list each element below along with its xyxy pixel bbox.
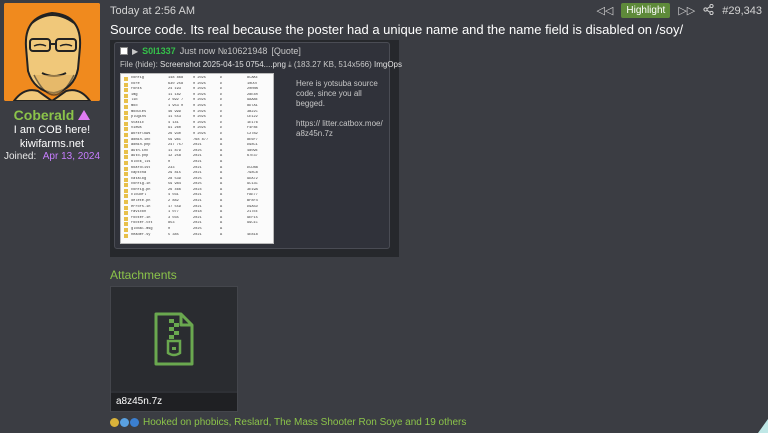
folder-icon (124, 110, 128, 115)
file-hide-link: (hide) (135, 60, 156, 69)
folder-icon (124, 138, 128, 143)
folder-icon (124, 211, 128, 216)
folder-icon (124, 200, 128, 205)
folder-icon (124, 166, 128, 171)
avatar[interactable] (4, 3, 100, 101)
file-size: (183.27 KB, 514x566) (293, 60, 372, 69)
file-list-row: header.sy 5 385 2021 A 4E818 (124, 233, 270, 239)
imgops-link: ImgOps (374, 60, 403, 69)
folder-icon (124, 194, 128, 199)
file-list-cell: 4E818 (247, 232, 258, 237)
folder-icon (124, 188, 128, 193)
folder-icon (124, 77, 128, 81)
attachments-title: Attachments (110, 268, 177, 282)
folder-icon (124, 233, 128, 238)
username[interactable]: Coberald (0, 107, 104, 123)
corner-decoration (758, 419, 768, 433)
embedded-image[interactable]: ▶ S0I1337 Just now №10621948 [Quote] Fil… (110, 40, 402, 257)
folder-icon (124, 127, 128, 132)
next-highlight-icon[interactable]: ▷▷ (678, 4, 695, 17)
user-site: kiwifarms.net (19, 138, 85, 150)
reaction-info-icon (130, 418, 139, 427)
reaction-thumbs-up-icon (120, 418, 129, 427)
user-badge-icon (78, 110, 91, 120)
file-list-cell: 5 385 (168, 232, 179, 237)
chan-post-text-1: Here is yotsuba source code, since you a… (296, 79, 378, 108)
folder-icon (124, 116, 128, 121)
folder-icon (124, 222, 128, 227)
folder-icon (124, 183, 128, 188)
chan-file-info: File (hide): Screenshot 2025-04-15 0754.… (120, 60, 403, 69)
chan-post: ▶ S0I1337 Just now №10621948 [Quote] Fil… (114, 42, 402, 249)
file-label: File (120, 60, 133, 69)
reaction-trophy-icon (110, 418, 119, 427)
file-list-screenshot: config 148 868 0 2025 D 8CAKE core 630 258 0 20… (120, 73, 274, 244)
play-icon: ▶ (132, 46, 139, 56)
folder-icon (124, 144, 128, 149)
post-number-link[interactable]: #29,343 (722, 5, 762, 17)
folder-icon (124, 216, 128, 221)
joined-info: Joined: Apr 13, 2024 (4, 151, 100, 162)
share-icon[interactable] (703, 3, 714, 18)
chan-post-text: Here is yotsuba source code, since you a… (296, 79, 386, 149)
reaction-icons (110, 418, 139, 427)
reactions-bar: Hooked on phobics, Reslard, The Mass Sho… (110, 417, 466, 428)
download-icon: ⤓ (288, 60, 292, 69)
file-list-cell: A (220, 232, 223, 237)
joined-label: Joined: (4, 151, 37, 162)
folder-icon (124, 149, 128, 154)
file-list-cell: header.sy (131, 232, 151, 237)
file-list-cell: 2021 (193, 232, 202, 237)
folder-icon (124, 88, 128, 93)
user-title: I am COB here! (13, 124, 91, 136)
wojak-avatar-icon (4, 3, 100, 101)
folder-icon (124, 132, 128, 137)
chan-post-text-2: https:// litter.catbox.moe/ a8z45n.7z (296, 119, 383, 138)
previous-highlight-icon[interactable]: ◁◁ (596, 4, 613, 17)
attachment-preview[interactable] (111, 287, 237, 391)
folder-icon (124, 82, 128, 87)
folder-icon (124, 177, 128, 182)
folder-icon (124, 121, 128, 126)
post-date[interactable]: Today at 2:56 AM (110, 5, 195, 17)
username-text[interactable]: Coberald (14, 107, 75, 123)
chan-quote-link: [Quote] (271, 46, 301, 56)
folder-icon (124, 205, 128, 210)
checkbox-icon (120, 47, 128, 55)
folder-icon (124, 104, 128, 109)
reactions-list-link[interactable]: Hooked on phobics, Reslard, The Mass Sho… (143, 417, 466, 428)
post-message: Source code. Its real because the poster… (110, 22, 684, 37)
folder-icon (124, 228, 128, 233)
folder-icon (124, 155, 128, 160)
folder-icon (124, 93, 128, 98)
zip-file-icon (154, 312, 194, 366)
joined-date: Apr 13, 2024 (42, 151, 100, 162)
chan-poster-name: S0I1337 (142, 46, 176, 56)
attachment-card[interactable]: a8z45n.7z (110, 286, 238, 412)
user-card: Coberald I am COB here! kiwifarms.net Jo… (0, 0, 104, 433)
folder-icon (124, 99, 128, 104)
post-toolbar: ◁◁ Highlight ▷▷ #29,343 (596, 3, 762, 18)
file-name: Screenshot 2025-04-15 0754....png (160, 60, 286, 69)
attachment-filename[interactable]: a8z45n.7z (111, 393, 237, 411)
folder-icon (124, 172, 128, 177)
chan-post-meta: Just now №10621948 (179, 46, 268, 56)
folder-icon (124, 160, 128, 165)
highlight-button[interactable]: Highlight (621, 3, 671, 18)
chan-post-header: ▶ S0I1337 Just now №10621948 [Quote] (120, 46, 301, 56)
